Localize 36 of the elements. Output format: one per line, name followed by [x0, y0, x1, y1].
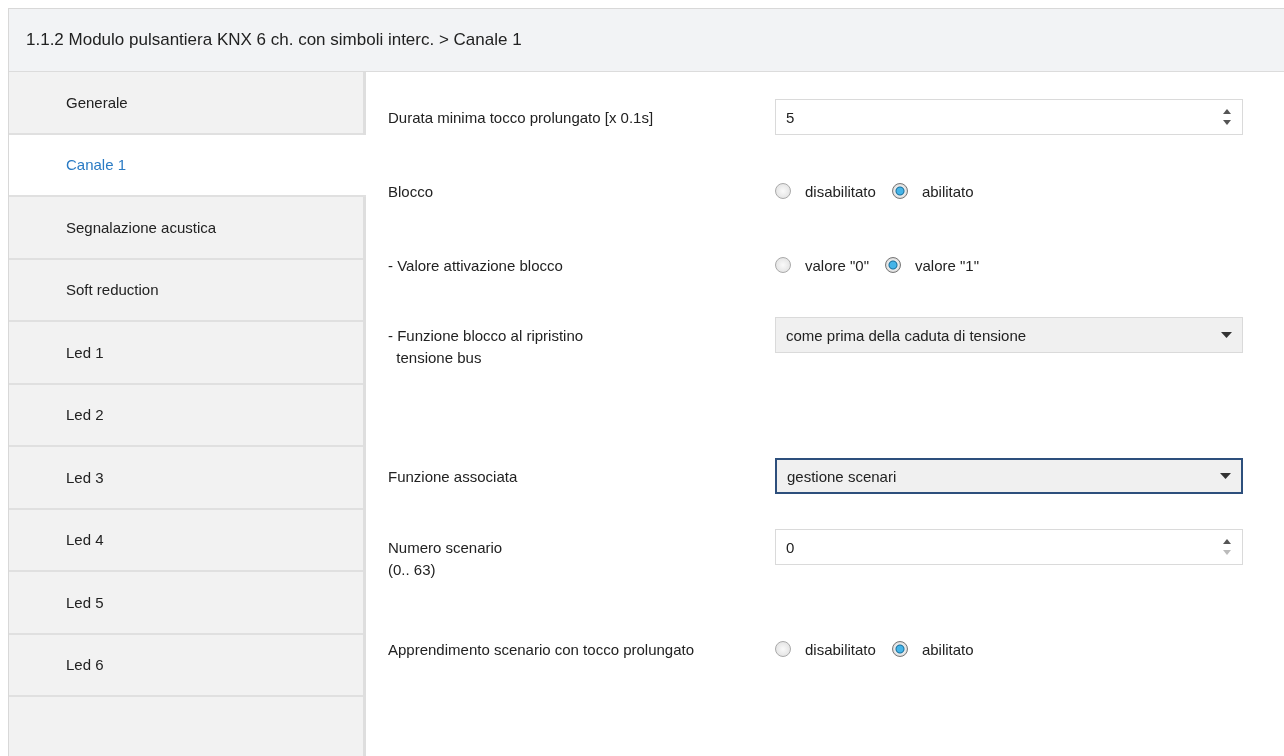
parameter-label: Blocco [388, 182, 435, 202]
radio-label[interactable]: valore "0" [805, 256, 869, 274]
sidebar-item[interactable]: Led 1 [9, 322, 363, 385]
sidebar-item[interactable]: Led 3 [9, 447, 363, 510]
sidebar-item[interactable]: Led 5 [9, 572, 363, 635]
radio-button[interactable] [775, 257, 791, 273]
parameter-label: Funzione associata [388, 467, 519, 487]
radio-button[interactable] [891, 183, 908, 199]
radio-button[interactable] [891, 641, 908, 657]
radio-label[interactable]: valore "1" [915, 256, 980, 274]
dropdown[interactable]: gestione scenari [775, 458, 1243, 494]
parameter-label: Numero scenario (0.. 63) [388, 538, 504, 580]
sidebar-item[interactable]: Canale 1 [9, 134, 366, 197]
sidebar-item[interactable]: Led 2 [9, 384, 363, 447]
parameter-label: Apprendimento scenario con tocco prolungato [388, 640, 696, 660]
caret-icon [1220, 473, 1231, 479]
number-field[interactable]: 0 [775, 529, 1243, 565]
sidebar-item[interactable]: Segnalazione acustica [9, 197, 363, 260]
dropdown[interactable]: come prima della caduta di tensione [775, 317, 1243, 353]
caret-icon [1221, 332, 1232, 338]
spinner-arrows-icon[interactable] [1222, 108, 1232, 126]
parameter-label: Durata minima tocco prolungato [x 0.1s] [388, 108, 655, 128]
sidebar-item[interactable]: Led 6 [9, 634, 363, 697]
radio-button[interactable] [775, 641, 791, 657]
parameter-label: - Funzione blocco al ripristino tensione bus [388, 326, 585, 368]
parameter-label: - Valore attivazione blocco [388, 256, 564, 276]
radio-button[interactable] [885, 257, 901, 273]
radio-label[interactable]: disabilitato [805, 640, 876, 658]
sidebar-item[interactable]: Soft reduction [9, 259, 363, 322]
radio-label[interactable]: disabilitato [805, 182, 876, 200]
window-title: 1.1.2 Modulo pulsantiera KNX 6 ch. con simboli interc. > Canale 1 [26, 30, 522, 50]
radio-label[interactable]: abilitato [921, 640, 974, 658]
number-field[interactable]: 5 [775, 99, 1243, 135]
radio-label[interactable]: abilitato [921, 182, 974, 200]
sidebar-item[interactable]: Led 4 [9, 509, 363, 572]
radio-button[interactable] [775, 183, 791, 199]
